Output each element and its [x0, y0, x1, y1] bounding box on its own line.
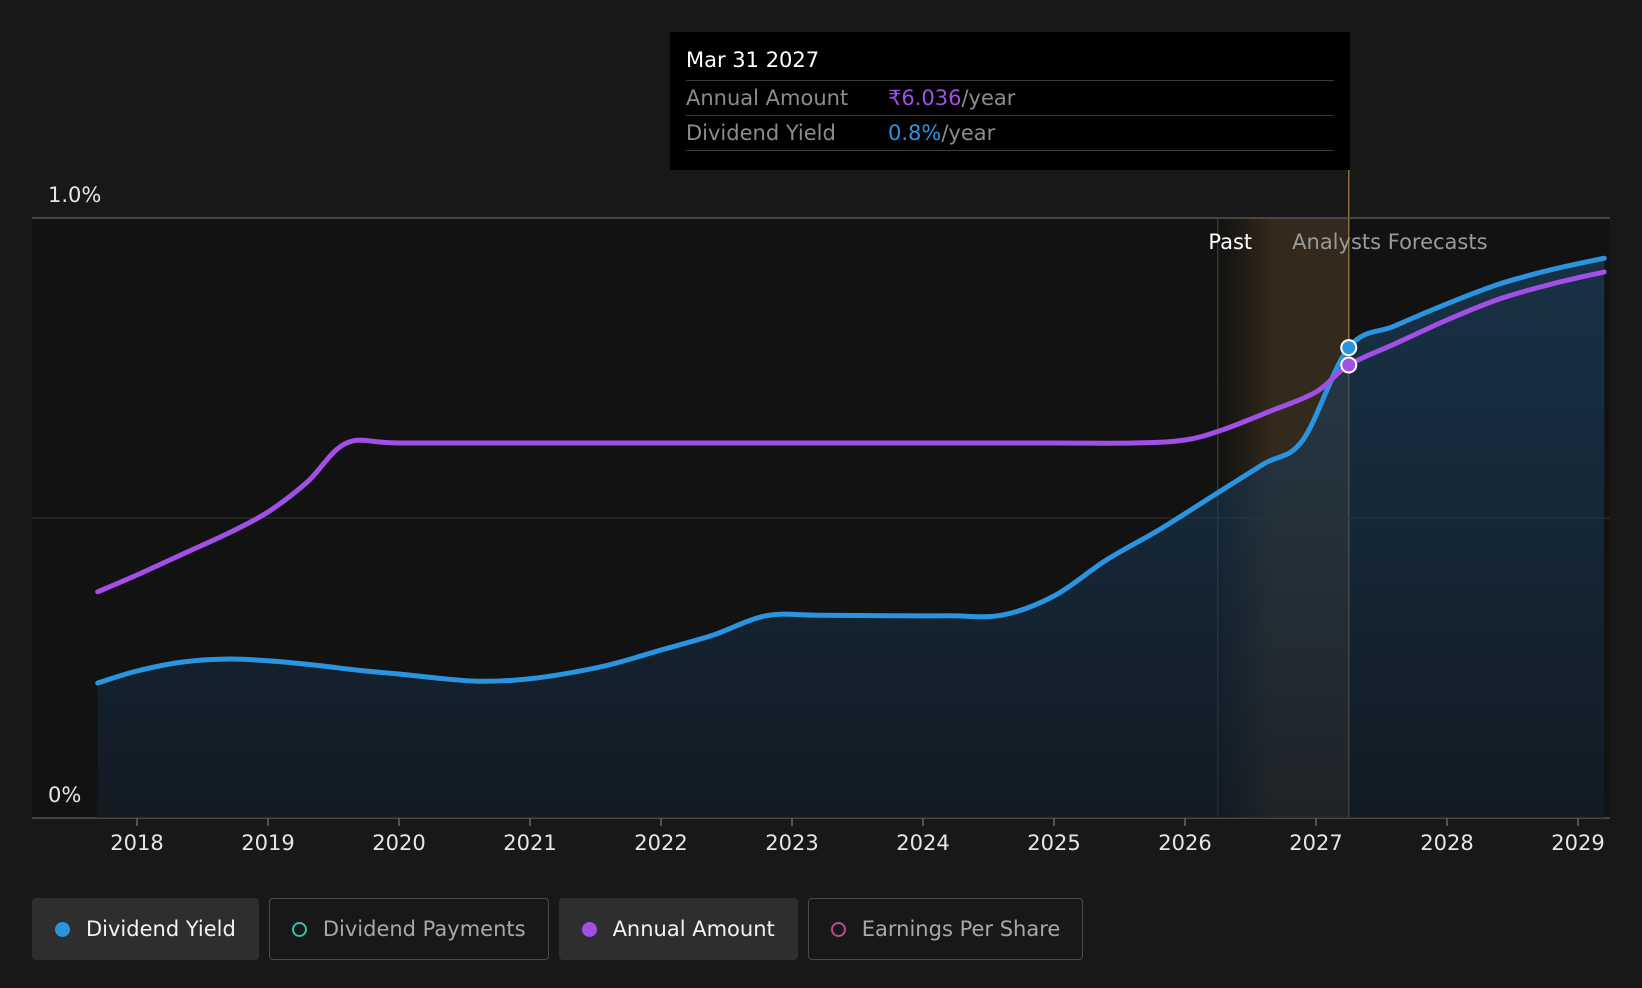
tooltip-label: Dividend Yield	[686, 121, 836, 145]
legend-dividend-payments[interactable]: Dividend Payments	[268, 898, 549, 960]
legend-label: Annual Amount	[612, 917, 775, 941]
x-tick-label: 2020	[372, 831, 425, 855]
tooltip-date: Mar 31 2027	[686, 46, 1334, 81]
x-tick-label: 2023	[765, 831, 818, 855]
hollow-dot-icon	[291, 921, 307, 937]
legend-label: Dividend Yield	[86, 917, 236, 941]
x-tick-label: 2019	[241, 831, 294, 855]
legend-earnings-per-share[interactable]: Earnings Per Share	[807, 898, 1084, 960]
legend-label: Earnings Per Share	[861, 917, 1061, 941]
x-tick-label: 2027	[1289, 831, 1342, 855]
x-tick-label: 2024	[896, 831, 949, 855]
legend-dividend-yield[interactable]: Dividend Yield	[32, 898, 259, 960]
legend: Dividend Yield Dividend Payments Annual …	[32, 898, 1084, 960]
tooltip-label: Annual Amount	[686, 86, 849, 110]
legend-annual-amount[interactable]: Annual Amount	[558, 898, 798, 960]
tooltip-unit: /year	[941, 121, 996, 145]
x-tick-label: 2018	[110, 831, 163, 855]
x-tick-label: 2022	[634, 831, 687, 855]
tooltip-unit: /year	[961, 86, 1016, 110]
x-tick-label: 2029	[1551, 831, 1604, 855]
filled-dot-icon	[55, 921, 70, 937]
x-tick-label: 2028	[1420, 831, 1473, 855]
legend-label: Dividend Payments	[322, 917, 526, 941]
hollow-dot-icon	[830, 921, 846, 937]
tooltip-value: ₹6.036	[888, 86, 962, 110]
tooltip: Mar 31 2027 Annual Amount ₹6.036/year Di…	[670, 32, 1350, 170]
tooltip-value: 0.8%	[888, 121, 942, 145]
filled-dot-icon	[581, 921, 597, 937]
marker-dividend-yield	[1340, 339, 1358, 357]
y-tick-label: 0%	[48, 783, 81, 807]
x-tick-label: 2026	[1158, 831, 1211, 855]
x-tick-label: 2025	[1027, 831, 1080, 855]
y-tick-label: 1.0%	[48, 183, 101, 207]
tooltip-row-annual-amount: Annual Amount ₹6.036/year	[686, 81, 1334, 116]
marker-annual-amount	[1340, 356, 1358, 374]
past-label: Past	[1208, 230, 1252, 254]
x-tick-label: 2021	[503, 831, 556, 855]
tooltip-row-dividend-yield: Dividend Yield 0.8%/year	[686, 116, 1334, 151]
forecast-label: Analysts Forecasts	[1292, 230, 1487, 254]
